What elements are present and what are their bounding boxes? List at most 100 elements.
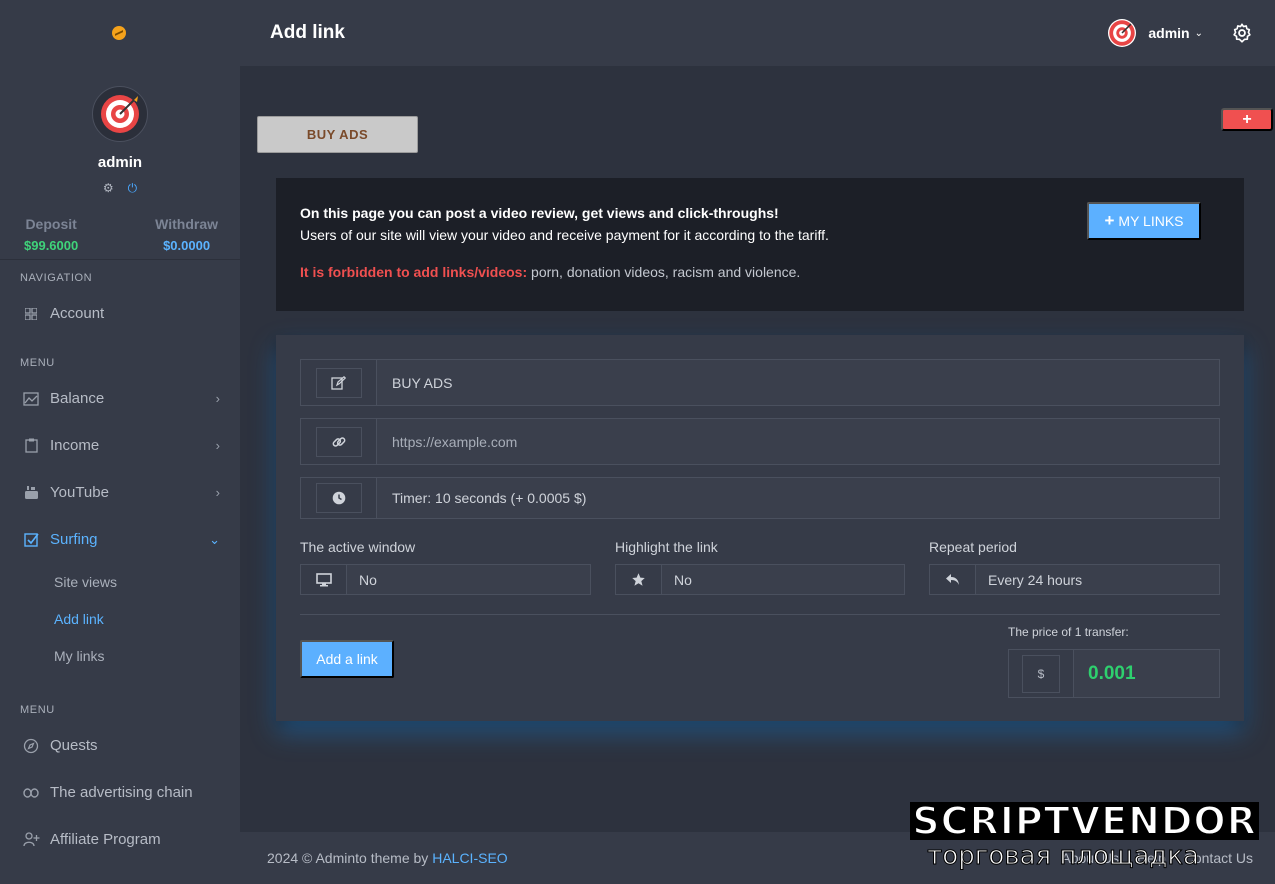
deposit-value: $99.6000 bbox=[24, 238, 79, 253]
timer-select[interactable]: Timer: 10 seconds (+ 0.0005 $) bbox=[377, 478, 1219, 518]
user-plus-icon bbox=[22, 831, 40, 849]
sidebar: admin ⚙ ⏻ Deposit $99.6000 Withdraw $0.0… bbox=[0, 0, 240, 884]
watermark-title: SCRIPTVENDOR bbox=[910, 799, 1259, 843]
highlight-select[interactable]: No bbox=[662, 565, 904, 594]
chevron-down-icon[interactable]: ⌄ bbox=[1195, 28, 1203, 39]
logo[interactable] bbox=[0, 0, 240, 66]
chevron-right-icon: › bbox=[215, 391, 220, 406]
monitor-icon bbox=[301, 565, 347, 594]
power-icon[interactable]: ⏻ bbox=[128, 181, 138, 196]
active-window-select[interactable]: No bbox=[347, 565, 590, 594]
sidebar-item-balance[interactable]: Balance › bbox=[0, 375, 240, 422]
price-currency: $ bbox=[1022, 654, 1060, 693]
link-icon bbox=[22, 784, 40, 802]
edit-icon bbox=[315, 367, 362, 398]
footer-author-link[interactable]: HALCI-SEO bbox=[432, 850, 507, 866]
sidebar-item-affiliate[interactable]: Affiliate Program bbox=[0, 816, 240, 863]
chevron-right-icon: › bbox=[215, 438, 220, 453]
clipboard-icon bbox=[22, 437, 40, 455]
info-warning: It is forbidden to add links/videos: por… bbox=[300, 264, 800, 280]
withdraw-block[interactable]: Withdraw $0.0000 bbox=[155, 216, 218, 253]
menu-section-title: MENU bbox=[20, 357, 55, 369]
sidebar-item-advertising-chain[interactable]: The advertising chain bbox=[0, 769, 240, 816]
nav-section-title: NAVIGATION bbox=[20, 272, 93, 284]
url-input[interactable]: https://example.com bbox=[377, 419, 1219, 464]
star-icon bbox=[616, 565, 662, 594]
youtube-icon bbox=[22, 484, 40, 502]
sidebar-item-label: Balance bbox=[50, 390, 105, 407]
warning-label: It is forbidden to add links/videos: bbox=[300, 264, 528, 280]
sidebar-divider bbox=[0, 259, 240, 260]
sidebar-subitem-site-views[interactable]: Site views bbox=[0, 563, 240, 600]
logo-icon bbox=[112, 26, 126, 40]
menu-section-title: MENU bbox=[20, 704, 55, 716]
compass-icon bbox=[22, 737, 40, 755]
repeat-period-select[interactable]: Every 24 hours bbox=[976, 565, 1219, 594]
sidebar-item-youtube[interactable]: YouTube › bbox=[0, 469, 240, 516]
title-input-group: BUY ADS bbox=[300, 359, 1220, 406]
link-icon bbox=[315, 426, 362, 457]
active-window-group: No bbox=[300, 564, 591, 595]
target-icon bbox=[101, 95, 139, 133]
my-links-button[interactable]: + MY LINKS bbox=[1087, 202, 1201, 240]
target-icon bbox=[1109, 20, 1136, 46]
footer-text: 2024 © Adminto theme by bbox=[267, 850, 433, 866]
page-title: Add link bbox=[270, 22, 345, 43]
sidebar-item-label: Affiliate Program bbox=[50, 831, 161, 848]
chart-image-icon bbox=[22, 390, 40, 408]
withdraw-value: $0.0000 bbox=[163, 238, 211, 253]
sidebar-item-label: YouTube bbox=[50, 484, 109, 501]
user-menu-name[interactable]: admin bbox=[1148, 25, 1189, 41]
form-divider bbox=[300, 614, 1220, 615]
profile-name: admin bbox=[97, 154, 143, 171]
add-link-button[interactable]: Add a link bbox=[300, 640, 394, 678]
avatar[interactable] bbox=[92, 86, 148, 142]
topbar: Add link admin ⌄ bbox=[240, 0, 1275, 66]
settings-icon[interactable]: ⚙ bbox=[103, 181, 114, 196]
warning-text: porn, donation videos, racism and violen… bbox=[527, 264, 801, 280]
plus-icon: + bbox=[1104, 211, 1115, 230]
deposit-block[interactable]: Deposit $99.6000 bbox=[24, 216, 78, 253]
title-input[interactable]: BUY ADS bbox=[377, 360, 1219, 405]
repeat-period-label: Repeat period bbox=[929, 539, 1017, 555]
sidebar-subitem-add-link[interactable]: Add link bbox=[0, 600, 240, 637]
chevron-down-icon: ⌄ bbox=[209, 531, 220, 547]
price-value: 0.001 bbox=[1074, 650, 1219, 697]
settings-gear-icon[interactable] bbox=[1231, 22, 1253, 44]
watermark-subtitle: торговая площадка bbox=[927, 841, 1200, 871]
user-avatar[interactable] bbox=[1108, 19, 1137, 47]
highlight-group: No bbox=[615, 564, 905, 595]
timer-select-group: Timer: 10 seconds (+ 0.0005 $) bbox=[300, 477, 1220, 519]
profile-block: admin ⚙ ⏻ bbox=[0, 66, 240, 196]
balances: Deposit $99.6000 Withdraw $0.0000 bbox=[0, 216, 240, 253]
sidebar-item-label: Quests bbox=[50, 737, 98, 754]
add-link-form: BUY ADS https://example.com Timer: 10 se… bbox=[276, 335, 1244, 721]
buy-ads-button[interactable]: BUY ADS bbox=[257, 116, 418, 153]
info-description: Users of our site will view your video a… bbox=[300, 227, 829, 243]
sidebar-item-label: Income bbox=[50, 437, 100, 454]
reply-icon bbox=[930, 565, 976, 594]
url-input-group: https://example.com bbox=[300, 418, 1220, 465]
withdraw-label: Withdraw bbox=[155, 216, 218, 232]
sidebar-item-account[interactable]: Account bbox=[0, 290, 240, 337]
footer-copyright: 2024 © Adminto theme by HALCI-SEO bbox=[267, 850, 508, 866]
repeat-period-group: Every 24 hours bbox=[929, 564, 1220, 595]
add-button[interactable]: + bbox=[1221, 108, 1273, 131]
sidebar-item-income[interactable]: Income › bbox=[0, 422, 240, 469]
sidebar-item-label: Surfing bbox=[50, 531, 98, 548]
active-window-label: The active window bbox=[300, 539, 416, 555]
chevron-right-icon: › bbox=[215, 485, 220, 500]
sidebar-item-quests[interactable]: Quests bbox=[0, 722, 240, 769]
deposit-label: Deposit bbox=[25, 216, 77, 232]
grid-icon bbox=[22, 305, 40, 323]
highlight-label: Highlight the link bbox=[615, 539, 718, 555]
price-group: $ 0.001 bbox=[1008, 649, 1220, 698]
price-label: The price of 1 transfer: bbox=[1008, 625, 1129, 639]
checkbox-icon bbox=[22, 531, 40, 549]
sidebar-item-surfing[interactable]: Surfing ⌄ bbox=[0, 516, 240, 563]
info-panel: On this page you can post a video review… bbox=[276, 178, 1244, 311]
watermark: SCRIPTVENDOR торговая площадка bbox=[843, 799, 1259, 871]
sidebar-subitem-my-links[interactable]: My links bbox=[0, 637, 240, 674]
sidebar-item-label: The advertising chain bbox=[50, 784, 193, 801]
my-links-label: MY LINKS bbox=[1118, 213, 1184, 229]
